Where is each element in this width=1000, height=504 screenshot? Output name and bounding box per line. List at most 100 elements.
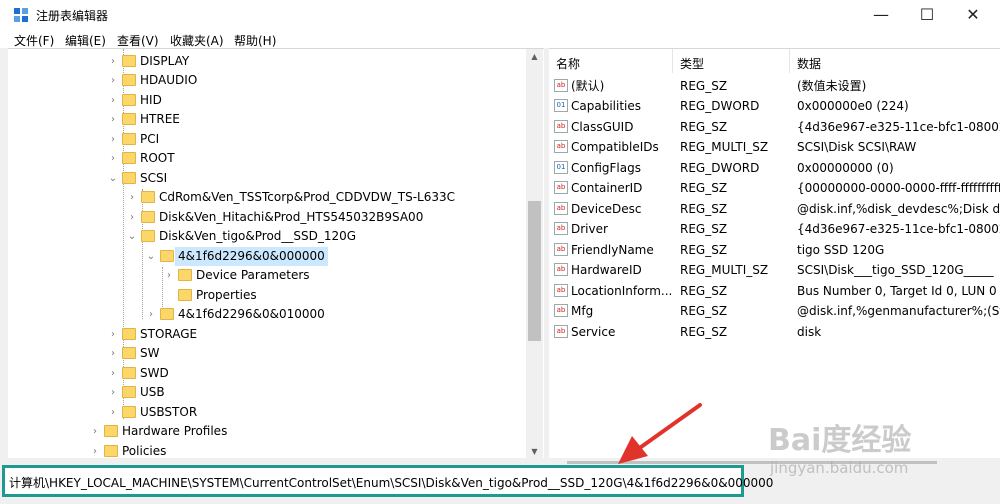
- column-divider[interactable]: [672, 49, 673, 73]
- window-title: 注册表编辑器: [36, 9, 109, 23]
- chevron-down-icon[interactable]: ⌄: [146, 247, 156, 266]
- value-row[interactable]: ab (默认) REG_SZ (数值未设置): [549, 76, 1000, 96]
- window-border: [0, 48, 8, 504]
- value-data: {4d36e967-e325-11ce-bfc1-08002b: [797, 120, 1000, 134]
- menu-view[interactable]: 查看(V): [117, 32, 159, 49]
- chevron-right-icon[interactable]: ›: [146, 305, 156, 324]
- folder-icon: [122, 406, 136, 418]
- value-data: tigo SSD 120G: [797, 243, 885, 257]
- value-data: 0x00000000 (0): [797, 161, 894, 175]
- value-row[interactable]: ab FriendlyName REG_SZ tigo SSD 120G: [549, 240, 1000, 260]
- value-type: REG_SZ: [680, 202, 728, 216]
- tree-node-label: Disk&Ven_tigo&Prod__SSD_120G: [159, 229, 357, 243]
- tree-node-label: CdRom&Ven_TSSTcorp&Prod_CDDVDW_TS-L633C: [159, 190, 456, 204]
- value-type: REG_SZ: [680, 79, 728, 93]
- chevron-right-icon[interactable]: ›: [108, 403, 118, 422]
- chevron-right-icon[interactable]: ›: [108, 344, 118, 363]
- value-row[interactable]: ab Service REG_SZ disk: [549, 322, 1000, 342]
- value-row[interactable]: ab ClassGUID REG_SZ {4d36e967-e325-11ce-…: [549, 117, 1000, 137]
- string-value-icon: ab: [554, 243, 568, 256]
- string-value-icon: ab: [554, 304, 568, 317]
- value-row[interactable]: ab Mfg REG_SZ @disk.inf,%genmanufacturer…: [549, 301, 1000, 321]
- close-button[interactable]: ✕: [950, 0, 996, 30]
- chevron-right-icon[interactable]: ›: [108, 383, 118, 402]
- folder-icon: [122, 367, 136, 379]
- value-row[interactable]: ab DeviceDesc REG_SZ @disk.inf,%disk_dev…: [549, 199, 1000, 219]
- tree-node-label: HID: [140, 93, 162, 107]
- tree-node-label: ROOT: [140, 151, 175, 165]
- chevron-right-icon[interactable]: ›: [90, 442, 100, 459]
- tree-node-label: USBSTOR: [140, 405, 198, 419]
- tree-node-label: 4&1f6d2296&0&000000: [175, 247, 328, 266]
- column-header-data[interactable]: 数据: [797, 55, 821, 72]
- tree-vertical-scrollbar[interactable]: ▲ ▼: [526, 49, 543, 459]
- chevron-right-icon[interactable]: ›: [127, 208, 137, 227]
- scroll-up-icon[interactable]: ▲: [526, 52, 543, 61]
- folder-icon: [122, 94, 136, 106]
- scroll-down-icon[interactable]: ▼: [526, 447, 543, 456]
- minimize-button[interactable]: —: [858, 0, 904, 30]
- chevron-right-icon[interactable]: ›: [108, 364, 118, 383]
- value-name: Capabilities: [571, 99, 641, 113]
- column-header-type[interactable]: 类型: [680, 55, 704, 72]
- folder-icon: [122, 133, 136, 145]
- value-data: 0x000000e0 (224): [797, 99, 909, 113]
- value-data: @disk.inf,%disk_devdesc%;Disk dr: [797, 202, 1000, 216]
- chevron-right-icon[interactable]: ›: [127, 188, 137, 207]
- chevron-right-icon[interactable]: ›: [108, 110, 118, 129]
- chevron-right-icon[interactable]: ›: [108, 71, 118, 90]
- value-type: REG_MULTI_SZ: [680, 263, 769, 277]
- chevron-right-icon[interactable]: ›: [164, 266, 174, 285]
- chevron-right-icon[interactable]: ›: [108, 149, 118, 168]
- chevron-down-icon[interactable]: ⌄: [127, 227, 137, 246]
- value-data: {00000000-0000-0000-ffff-ffffffffffff: [797, 181, 1000, 195]
- string-value-icon: ab: [554, 202, 568, 215]
- folder-icon: [122, 347, 136, 359]
- chevron-right-icon[interactable]: ›: [108, 52, 118, 71]
- value-name: Driver: [571, 222, 608, 236]
- value-name: ContainerID: [571, 181, 643, 195]
- value-row[interactable]: 01 ConfigFlags REG_DWORD 0x00000000 (0): [549, 158, 1000, 178]
- value-row[interactable]: ab HardwareID REG_MULTI_SZ SCSI\Disk___t…: [549, 260, 1000, 280]
- value-data: @disk.inf,%genmanufacturer%;(Sta: [797, 304, 1000, 318]
- scrollbar-thumb[interactable]: [528, 201, 541, 341]
- string-value-icon: ab: [554, 140, 568, 153]
- value-row[interactable]: ab LocationInform... REG_SZ Bus Number 0…: [549, 281, 1000, 301]
- menu-edit[interactable]: 编辑(E): [65, 32, 106, 49]
- string-value-icon: ab: [554, 325, 568, 338]
- binary-value-icon: 01: [554, 161, 568, 174]
- string-value-icon: ab: [554, 120, 568, 133]
- value-data: {4d36e967-e325-11ce-bfc1-08002b: [797, 222, 1000, 236]
- value-type: REG_SZ: [680, 181, 728, 195]
- value-row[interactable]: ab ContainerID REG_SZ {00000000-0000-000…: [549, 178, 1000, 198]
- folder-icon: [104, 445, 118, 457]
- address-highlight-box: 计算机\HKEY_LOCAL_MACHINE\SYSTEM\CurrentCon…: [2, 465, 773, 497]
- string-value-icon: ab: [554, 181, 568, 194]
- value-name: FriendlyName: [571, 243, 654, 257]
- chevron-right-icon[interactable]: ›: [90, 422, 100, 441]
- watermark-logo: Bai度经验: [768, 423, 912, 458]
- column-header-name[interactable]: 名称: [556, 55, 580, 72]
- chevron-right-icon[interactable]: ›: [108, 325, 118, 344]
- tree-node-label: HDAUDIO: [140, 73, 198, 87]
- value-row[interactable]: ab CompatibleIDs REG_MULTI_SZ SCSI\Disk …: [549, 137, 1000, 157]
- menu-favorites[interactable]: 收藏夹(A): [170, 32, 224, 49]
- chevron-down-icon[interactable]: ⌄: [108, 169, 118, 188]
- folder-open-icon: [122, 172, 136, 184]
- value-type: REG_SZ: [680, 222, 728, 236]
- maximize-button[interactable]: ☐: [904, 0, 950, 30]
- menu-file[interactable]: 文件(F): [14, 32, 54, 49]
- folder-open-icon: [160, 250, 174, 262]
- folder-icon: [178, 289, 192, 301]
- value-row[interactable]: 01 Capabilities REG_DWORD 0x000000e0 (22…: [549, 96, 1000, 116]
- value-row[interactable]: ab Driver REG_SZ {4d36e967-e325-11ce-bfc…: [549, 219, 1000, 239]
- chevron-right-icon[interactable]: ›: [108, 130, 118, 149]
- registry-tree[interactable]: › DISPLAY › HDAUDIO › HID › HTREE › PCI …: [8, 48, 544, 459]
- folder-icon: [141, 211, 155, 223]
- values-list[interactable]: 名称 类型 数据 ab (默认) REG_SZ (数值未设置) 01 Capab…: [549, 48, 1000, 459]
- value-type: REG_SZ: [680, 325, 728, 339]
- menu-help[interactable]: 帮助(H): [234, 32, 276, 49]
- chevron-right-icon[interactable]: ›: [108, 91, 118, 110]
- column-divider[interactable]: [789, 49, 790, 73]
- value-name: HardwareID: [571, 263, 642, 277]
